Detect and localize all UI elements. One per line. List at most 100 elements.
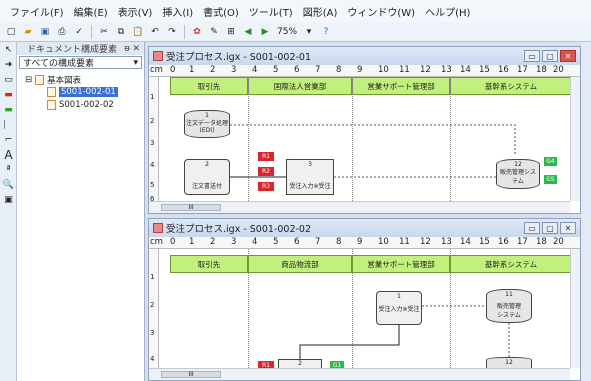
pencil-icon[interactable]: ✎ [207, 25, 221, 39]
ruler-tick: 20 [553, 237, 564, 247]
menu-edit[interactable]: 編集(E) [74, 4, 108, 19]
red-marker-icon[interactable]: ▬ [0, 87, 17, 102]
ruler-tick: 5 [273, 65, 279, 75]
ruler-tick: 5 [273, 237, 279, 247]
chevron-down-icon: ▾ [133, 57, 138, 68]
close-button[interactable]: ✕ [560, 50, 576, 62]
back-icon[interactable]: ◀ [241, 25, 255, 39]
page-icon [47, 100, 56, 110]
tree-item-s001-002-02[interactable]: S001-002-02 [47, 100, 114, 110]
ruler-tick: 17 [517, 237, 528, 247]
scrollbar-thumb[interactable]: III [161, 371, 221, 378]
row-tick: 1 [150, 273, 155, 281]
line-icon[interactable]: ⎸ [0, 117, 17, 132]
ruler-tick: 11 [399, 237, 410, 247]
vertical-scrollbar[interactable] [570, 77, 580, 201]
tree-item-s001-002-01[interactable]: S001-002-01 [47, 87, 118, 97]
ruler-tick: 3 [231, 237, 237, 247]
horizontal-scrollbar[interactable]: III [149, 201, 570, 213]
green-marker-icon[interactable]: ▬ [0, 102, 17, 117]
ruler-tick: 14 [460, 237, 471, 247]
minimize-button[interactable]: ▭ [524, 50, 540, 62]
row-tick: 5 [150, 181, 155, 189]
ruler-tick: 0 [170, 237, 176, 247]
window-title: 受注プロセス.igx - S001-002-01 [166, 52, 312, 63]
paste-icon[interactable]: 📋 [131, 25, 145, 39]
menu-tools[interactable]: ツール(T) [249, 4, 293, 19]
ruler-tick: 16 [498, 237, 509, 247]
ruler-tick: 7 [315, 65, 321, 75]
scrollbar-thumb[interactable]: III [161, 204, 221, 211]
format-painter-icon[interactable]: ✿ [190, 25, 204, 39]
pointer-icon[interactable]: ↖ [0, 42, 17, 57]
diagram-canvas[interactable]: 取引先 商品物流部 営業サポート管理部 基幹系システム 受注入力※受注 1 販売… [160, 249, 570, 368]
ruler-tick: 15 [479, 237, 490, 247]
zoom-value[interactable]: 75% [277, 27, 297, 37]
spellcheck-icon[interactable]: ✓ [72, 25, 86, 39]
panel-pin-close[interactable]: ᵿ ✕ [124, 43, 140, 54]
diagram-canvas[interactable]: 取引先 国際法人営業部 営業サポート管理部 基幹系システム 注文データ処理 (E… [160, 77, 570, 201]
new-icon[interactable]: ▢ [4, 25, 18, 39]
collapse-icon[interactable]: ⊟ [25, 75, 32, 85]
row-tick: 4 [150, 355, 155, 363]
minimize-button[interactable]: ▭ [524, 222, 540, 234]
print-preview-icon[interactable]: ⎙ [55, 25, 69, 39]
row-tick: 1 [150, 93, 155, 101]
help-icon[interactable]: ? [319, 25, 333, 39]
menu-help[interactable]: ヘルプ(H) [425, 4, 470, 19]
toolbar-separator [91, 24, 92, 39]
diagram-file-icon [153, 51, 163, 61]
table-icon[interactable]: ⊞ [224, 25, 238, 39]
menu-file[interactable]: ファイル(F) [10, 4, 64, 19]
menu-insert[interactable]: 挿入(I) [162, 4, 193, 19]
ruler-tick: 10 [378, 237, 389, 247]
window-title: 受注プロセス.igx - S001-002-02 [166, 224, 312, 235]
diagram-file-icon [153, 223, 163, 233]
ruler-tick: 6 [294, 237, 300, 247]
window-icon[interactable]: ▣ [0, 192, 17, 207]
maximize-button[interactable]: ▢ [542, 222, 558, 234]
redo-icon[interactable]: ↷ [165, 25, 179, 39]
ruler-tick: 15 [479, 65, 490, 75]
zoom-icon[interactable]: 🔍 [0, 177, 17, 192]
vertical-scrollbar[interactable] [570, 249, 580, 368]
menu-window[interactable]: ウィンドウ(W) [347, 4, 415, 19]
save-icon[interactable]: ▣ [38, 25, 52, 39]
connector-icon[interactable]: ⌐ [0, 132, 17, 147]
rectangle-icon[interactable]: ▭ [0, 72, 17, 87]
right-collapsed-panels[interactable] [581, 42, 591, 381]
menu-format[interactable]: 書式(O) [203, 4, 239, 19]
ruler-tick: 17 [517, 65, 528, 75]
cut-icon[interactable]: ✂ [97, 25, 111, 39]
page-icon [47, 87, 56, 97]
panel-header: ドキュメント構成要素 ᵿ ✕ [17, 42, 144, 55]
copy-icon[interactable]: ⧉ [114, 25, 128, 39]
menu-view[interactable]: 表示(V) [118, 4, 153, 19]
ruler-tick: 4 [252, 237, 258, 247]
arrow-right-icon[interactable]: ➜ [0, 57, 17, 72]
ruler-tick: 8 [336, 237, 342, 247]
ruler-tick: 2 [210, 237, 216, 247]
menu-shapes[interactable]: 図形(A) [303, 4, 338, 19]
ruler-tick: 7 [315, 237, 321, 247]
ruler-tick: 1 [189, 237, 195, 247]
row-tick: 3 [150, 139, 155, 147]
horizontal-scrollbar[interactable]: III [149, 368, 570, 380]
text-icon[interactable]: A [0, 147, 17, 162]
ruler-tick: 6 [294, 65, 300, 75]
vertical-ruler: 1 2 3 4 5 6 [149, 77, 159, 203]
diagram-icon [35, 75, 45, 85]
forward-icon[interactable]: ▶ [258, 25, 272, 39]
close-button[interactable]: ✕ [560, 222, 576, 234]
zoom-dropdown-icon[interactable]: ▾ [302, 25, 316, 39]
ruler-tick: 12 [420, 65, 431, 75]
undo-icon[interactable]: ↶ [148, 25, 162, 39]
maximize-button[interactable]: ▢ [542, 50, 558, 62]
component-filter-select[interactable]: すべての構成要素 ▾ [19, 56, 142, 69]
vertical-ruler: 1 2 3 4 [149, 249, 159, 368]
font-style-icon[interactable]: ª [0, 162, 17, 177]
tree-root[interactable]: ⊟ 基本図表 [25, 74, 81, 86]
ruler-tick: 1 [189, 65, 195, 75]
window-title-bar: 受注プロセス.igx - S001-002-02 ▭ ▢ ✕ [149, 219, 580, 237]
open-icon[interactable]: ▰ [21, 25, 35, 39]
